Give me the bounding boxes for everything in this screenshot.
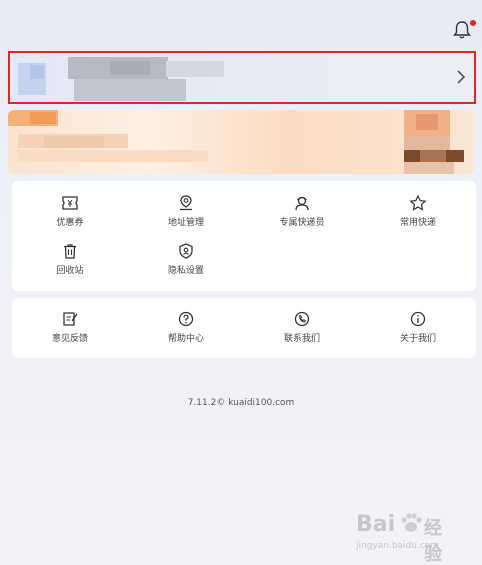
- menu-item-feedback[interactable]: 意见反馈: [12, 311, 128, 344]
- phone-icon: [294, 311, 310, 327]
- user-profile-row[interactable]: [8, 51, 476, 104]
- menu-label: 意见反馈: [51, 334, 88, 344]
- watermark-brand: Bai: [356, 512, 396, 537]
- menu-label: 关于我们: [399, 334, 436, 344]
- menu-item-recycle-bin[interactable]: 回收站: [12, 243, 128, 276]
- menu-label: 常用快递: [399, 218, 436, 228]
- menu-item-address[interactable]: 地址管理: [128, 195, 244, 228]
- main-menu-card: 优惠券 地址管理 专属快递员 常用快递 回收站 隐私设置: [12, 181, 476, 291]
- shield-icon: [179, 243, 193, 259]
- menu-label: 地址管理: [167, 218, 204, 228]
- menu-label: 专属快递员: [279, 218, 325, 228]
- feedback-icon: [63, 312, 78, 326]
- info-icon: [410, 311, 426, 327]
- watermark-suffix-glyph: 经验: [424, 518, 442, 565]
- courier-icon: [295, 196, 309, 211]
- star-icon: [409, 195, 427, 211]
- menu-item-about-us[interactable]: 关于我们: [360, 311, 476, 344]
- bell-icon: [453, 21, 471, 39]
- menu-item-privacy[interactable]: 隐私设置: [128, 243, 244, 276]
- menu-label: 联系我们: [283, 334, 320, 344]
- baidu-jingyan-watermark: Bai 经验 jingyan.baidu.com: [356, 512, 456, 565]
- notification-dot: [470, 20, 476, 26]
- version-text: 7.11.2© kuaidi100.com: [187, 398, 295, 408]
- coupon-icon: [62, 196, 78, 210]
- menu-item-favorite-couriers[interactable]: 常用快递: [360, 195, 476, 228]
- menu-item-courier[interactable]: 专属快递员: [244, 195, 360, 228]
- menu-item-contact-us[interactable]: 联系我们: [244, 311, 360, 344]
- menu-label: 帮助中心: [167, 334, 204, 344]
- promo-banner[interactable]: [8, 110, 474, 174]
- chevron-right-icon: [457, 70, 466, 84]
- trash-icon: [64, 244, 76, 259]
- location-pin-icon: [180, 195, 192, 211]
- menu-label: 隐私设置: [167, 266, 204, 276]
- menu-item-coupons[interactable]: 优惠券: [12, 195, 128, 228]
- menu-label: 优惠券: [56, 218, 84, 228]
- avatar-highlight: [30, 65, 44, 79]
- help-icon: [178, 311, 194, 327]
- paw-icon: [401, 513, 422, 532]
- support-menu-card: 意见反馈 帮助中心 联系我们 关于我们: [12, 298, 476, 358]
- notification-bell-button[interactable]: [452, 20, 476, 42]
- watermark-url: jingyan.baidu.com: [356, 541, 440, 551]
- menu-label: 回收站: [56, 266, 84, 276]
- menu-item-help-center[interactable]: 帮助中心: [128, 311, 244, 344]
